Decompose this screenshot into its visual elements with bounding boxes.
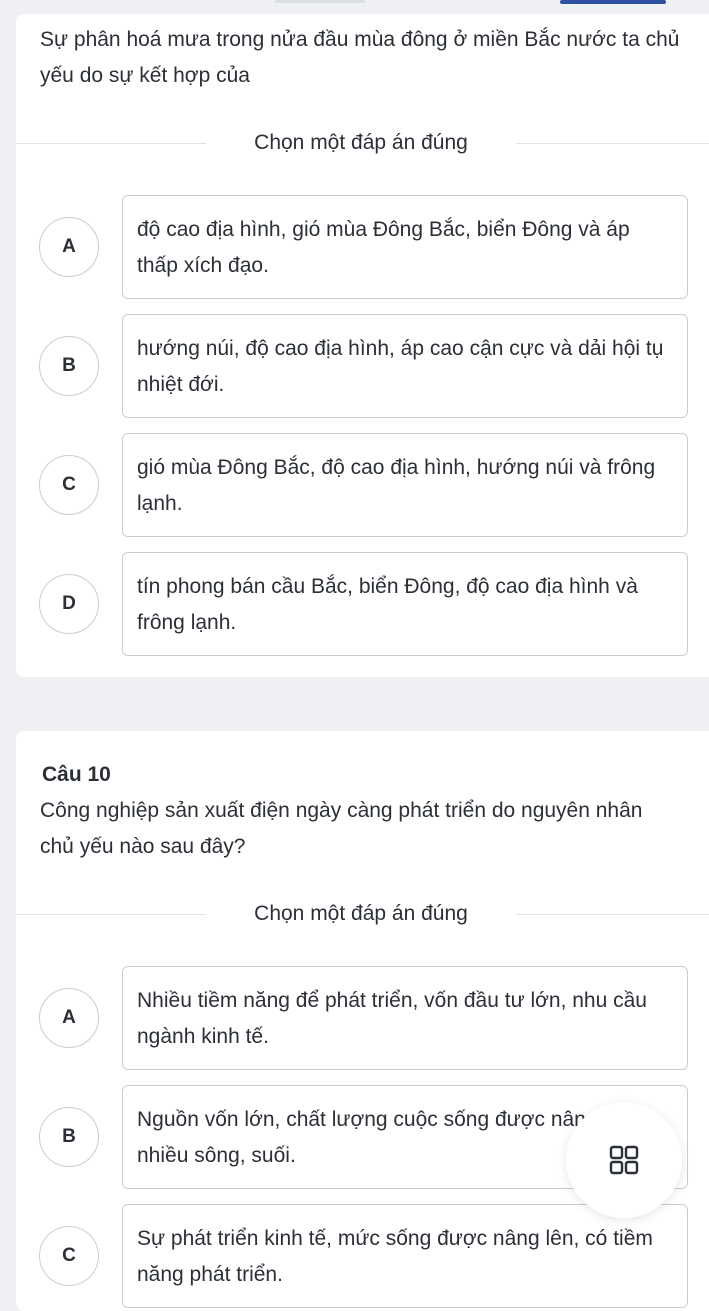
option-box[interactable]: tín phong bán cầu Bắc, biển Đông, độ cao… [122, 552, 688, 656]
instruction-label: Chọn một đáp án đúng [254, 131, 468, 154]
divider-line [16, 143, 206, 144]
option-box[interactable]: Sự phát triển kinh tế, mức sống được nân… [122, 1204, 688, 1308]
answer-option-c[interactable]: C gió mùa Đông Bắc, độ cao địa hình, hướ… [16, 433, 709, 537]
option-text: Nhiều tiềm năng để phát triển, vốn đầu t… [137, 989, 647, 1048]
option-text: độ cao địa hình, gió mùa Đông Bắc, biển … [137, 218, 630, 277]
progress-segment-active [560, 0, 666, 4]
option-letter-c[interactable]: C [39, 1226, 99, 1286]
progress-bar [0, 0, 709, 14]
question-text: Công nghiệp sản xuất điện ngày càng phát… [40, 799, 643, 858]
answer-option-c[interactable]: C Sự phát triển kinh tế, mức sống được n… [16, 1204, 709, 1308]
progress-segment [275, 0, 365, 3]
option-letter-c[interactable]: C [39, 455, 99, 515]
question-card: Câu 10 Công nghiệp sản xuất điện ngày cà… [16, 731, 709, 1311]
divider-line [516, 914, 709, 915]
option-text: gió mùa Đông Bắc, độ cao địa hình, hướng… [137, 456, 656, 515]
question-grid-button[interactable] [566, 1102, 682, 1218]
option-box[interactable]: Nhiều tiềm năng để phát triển, vốn đầu t… [122, 966, 688, 1070]
question-number: Câu 10 [42, 763, 111, 786]
option-text: tín phong bán cầu Bắc, biển Đông, độ cao… [137, 575, 638, 634]
option-box[interactable]: gió mùa Đông Bắc, độ cao địa hình, hướng… [122, 433, 688, 537]
answer-option-a[interactable]: A độ cao địa hình, gió mùa Đông Bắc, biể… [16, 195, 709, 299]
instruction-divider: Chọn một đáp án đúng [16, 131, 709, 155]
question-text: Sự phân hoá mưa trong nửa đầu mùa đông ở… [40, 28, 680, 87]
option-box[interactable]: hướng núi, độ cao địa hình, áp cao cận c… [122, 314, 688, 418]
option-letter-d[interactable]: D [39, 574, 99, 634]
option-text: hướng núi, độ cao địa hình, áp cao cận c… [137, 337, 664, 396]
option-text: Sự phát triển kinh tế, mức sống được nân… [137, 1227, 653, 1286]
option-letter-a[interactable]: A [39, 217, 99, 277]
option-letter-b[interactable]: B [39, 336, 99, 396]
option-letter-a[interactable]: A [39, 988, 99, 1048]
instruction-label: Chọn một đáp án đúng [254, 902, 468, 925]
divider-line [516, 143, 709, 144]
grid-icon [609, 1145, 639, 1175]
answer-option-d[interactable]: D tín phong bán cầu Bắc, biển Đông, độ c… [16, 552, 709, 656]
answer-option-a[interactable]: A Nhiều tiềm năng để phát triển, vốn đầu… [16, 966, 709, 1070]
option-box[interactable]: độ cao địa hình, gió mùa Đông Bắc, biển … [122, 195, 688, 299]
instruction-divider: Chọn một đáp án đúng [16, 902, 709, 926]
question-card: Sự phân hoá mưa trong nửa đầu mùa đông ở… [16, 14, 709, 677]
option-letter-b[interactable]: B [39, 1107, 99, 1167]
divider-line [16, 914, 206, 915]
answer-option-b[interactable]: B hướng núi, độ cao địa hình, áp cao cận… [16, 314, 709, 418]
